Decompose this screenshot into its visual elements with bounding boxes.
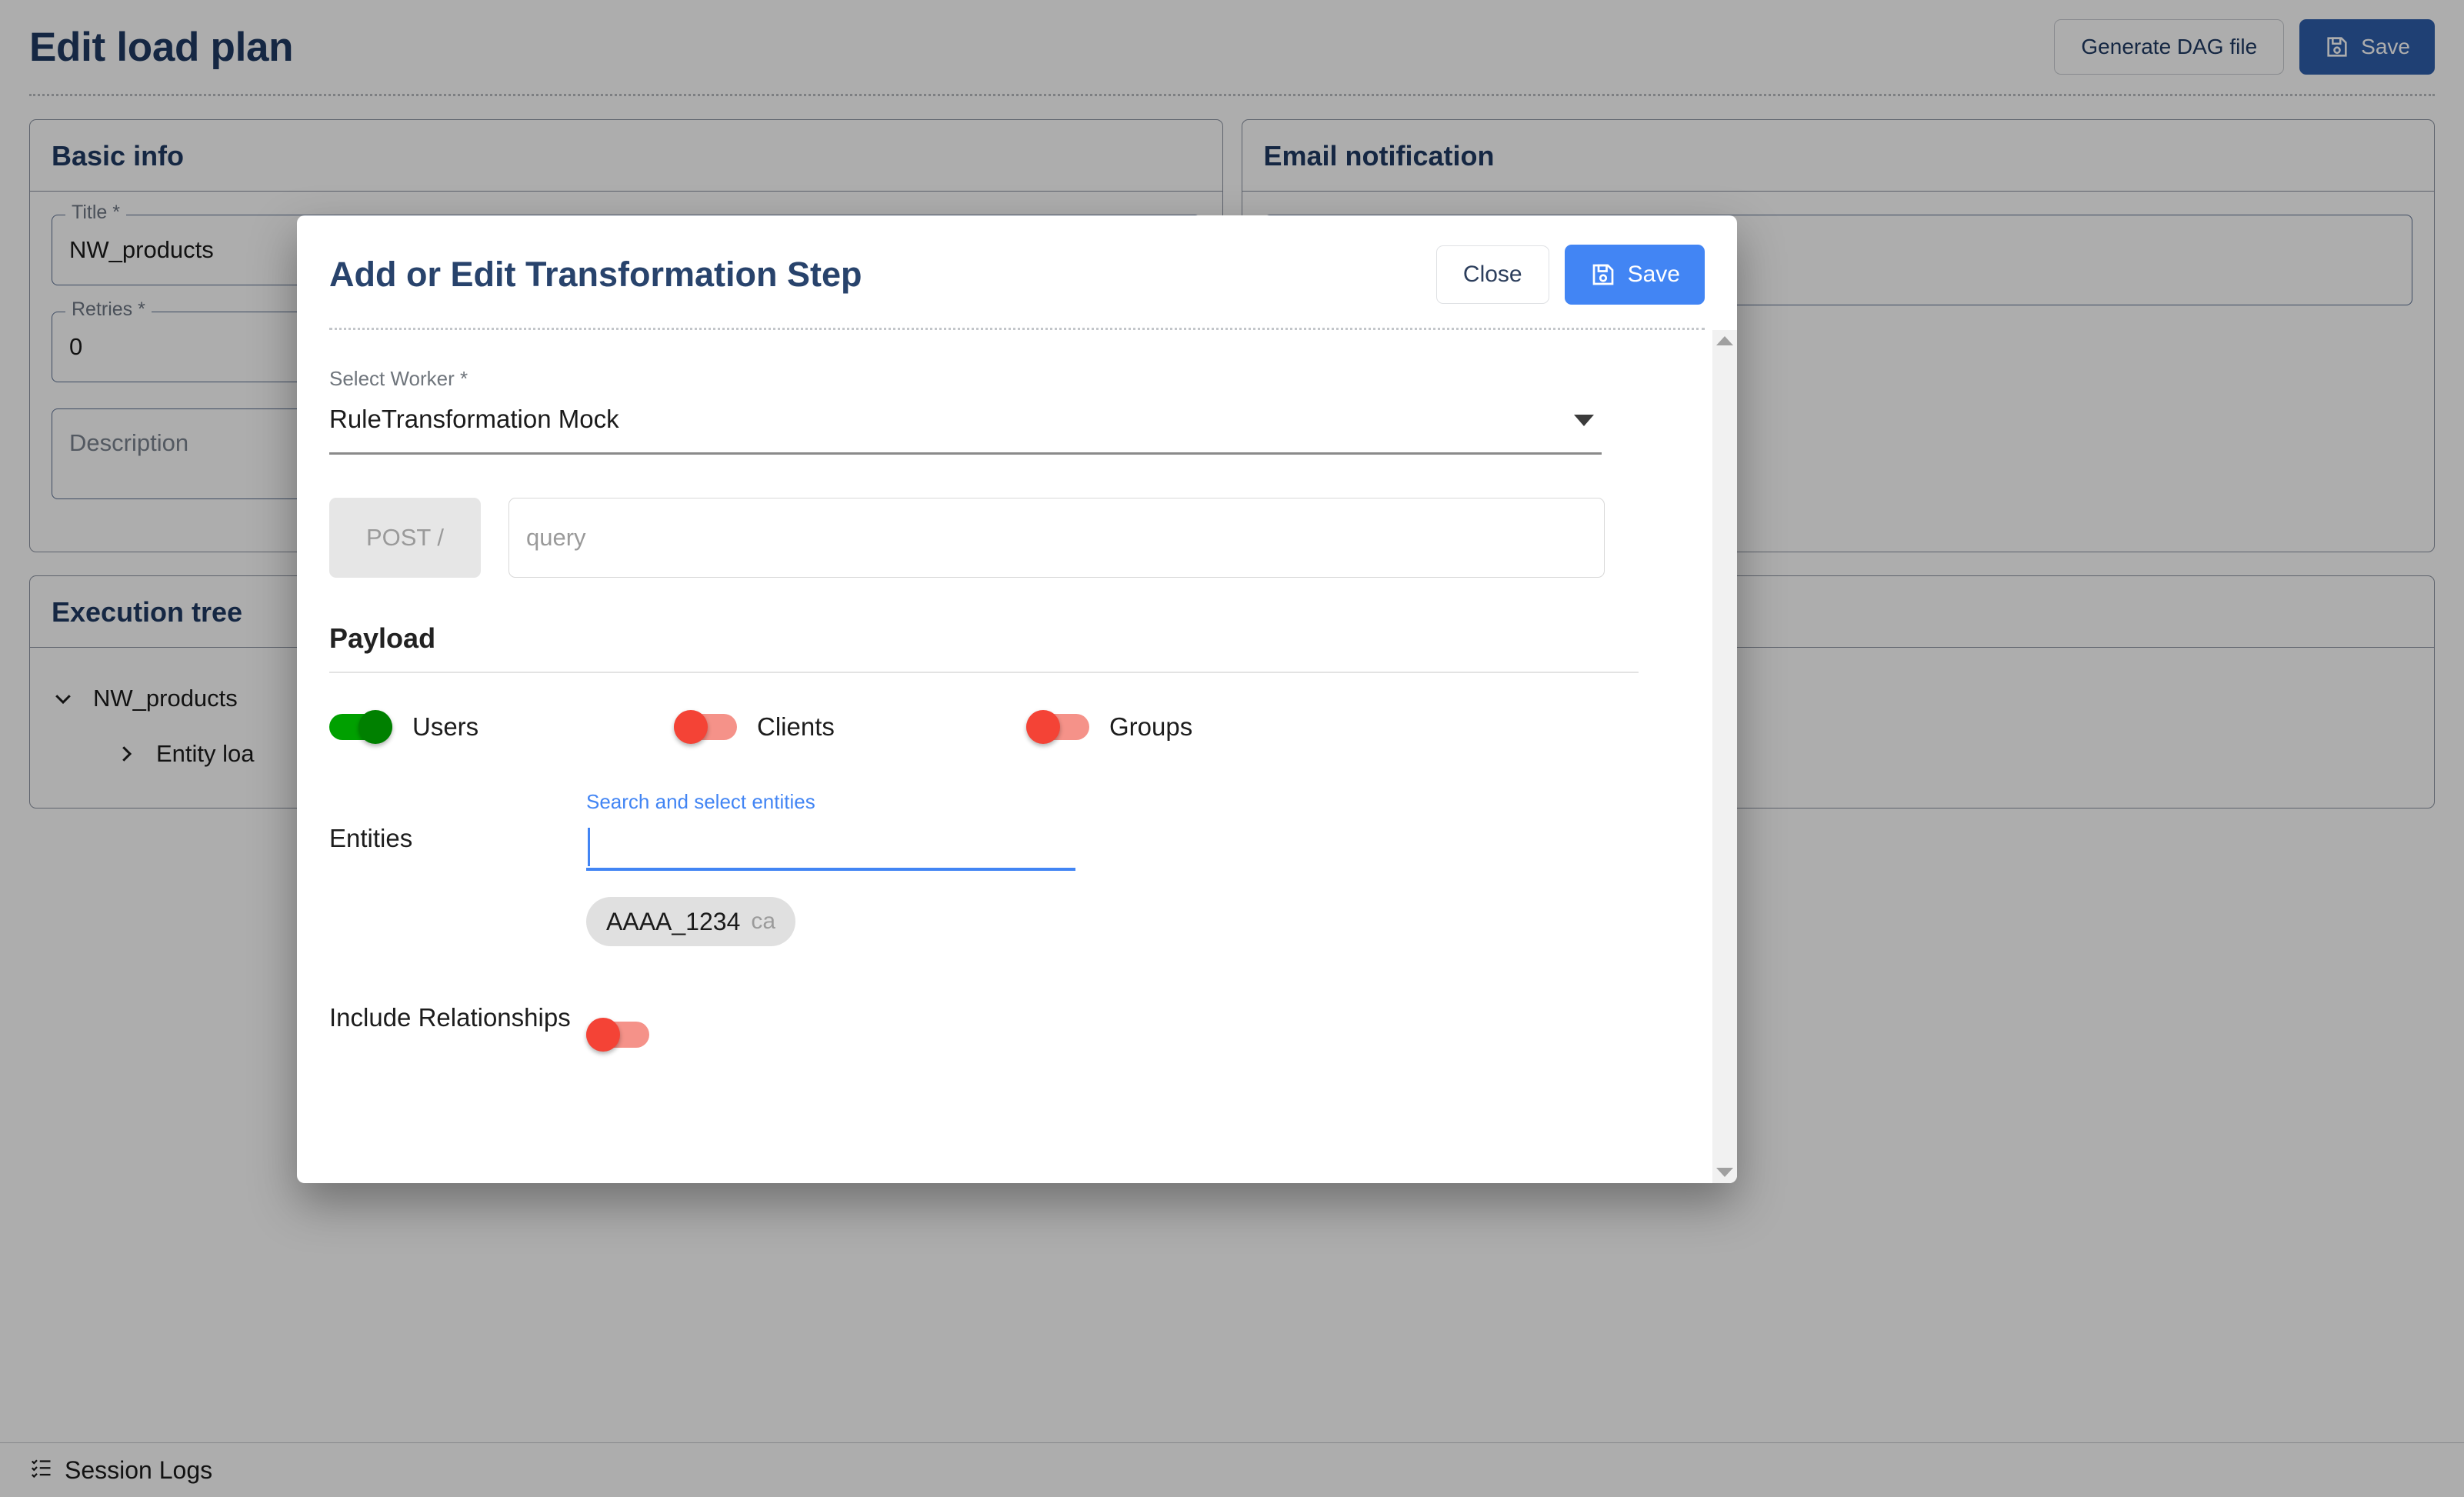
toggle-clients-switch[interactable] [674, 710, 737, 744]
toggle-users-switch[interactable] [329, 710, 392, 744]
close-button[interactable]: Close [1435, 245, 1549, 304]
entity-chip[interactable]: AAAA_1234 ca [586, 897, 796, 946]
scroll-up-arrow-icon[interactable] [1716, 336, 1733, 345]
toggle-clients-label: Clients [757, 712, 835, 741]
payload-toggles-row: Users Clients Groups [329, 710, 1680, 744]
dialog-title: Add or Edit Transformation Step [329, 255, 862, 294]
save-disk-icon [1589, 261, 1617, 288]
include-relationships-label: Include Relationships [329, 1003, 571, 1032]
dialog-save-button[interactable]: Save [1564, 245, 1705, 305]
select-worker-value: RuleTransformation Mock [329, 405, 619, 433]
toggle-users-label: Users [412, 712, 479, 741]
payload-heading: Payload [329, 622, 436, 654]
select-worker-label: Select Worker * [329, 367, 468, 390]
entities-field[interactable]: Search and select entities [586, 790, 1075, 871]
toggle-thumb [1026, 710, 1060, 744]
dialog-scroll-area: Select Worker * RuleTransformation Mock … [297, 330, 1737, 1183]
dialog-header: Add or Edit Transformation Step Close Sa… [297, 215, 1737, 328]
toggle-groups-label: Groups [1109, 712, 1193, 741]
entities-search-input[interactable] [586, 828, 1075, 871]
cancel-icon[interactable]: ca [751, 909, 775, 935]
entities-hint: Search and select entities [586, 790, 815, 813]
toggle-thumb [674, 710, 708, 744]
scroll-down-arrow-icon[interactable] [1716, 1168, 1733, 1177]
dialog-scrollbar[interactable] [1712, 330, 1737, 1183]
toggle-users[interactable]: Users [329, 710, 674, 744]
entities-label: Entities [329, 824, 413, 852]
transformation-step-dialog: Add or Edit Transformation Step Close Sa… [297, 215, 1737, 1183]
dialog-save-label: Save [1627, 262, 1680, 287]
toggle-thumb [586, 1018, 620, 1052]
query-input[interactable]: query [508, 498, 1605, 578]
toggle-groups[interactable]: Groups [1026, 710, 1192, 744]
include-relationships-row: Include Relationships [329, 1003, 1680, 1052]
toggle-clients[interactable]: Clients [674, 710, 1026, 744]
entities-row: Entities Search and select entities [329, 790, 1680, 871]
toggle-thumb [358, 710, 392, 744]
payload-divider [329, 672, 1639, 673]
dialog-actions: Close Save [1435, 245, 1705, 305]
chevron-down-icon[interactable] [1574, 415, 1594, 426]
select-worker-field[interactable]: Select Worker * RuleTransformation Mock [329, 367, 1680, 455]
toggle-groups-switch[interactable] [1026, 710, 1089, 744]
http-method-label: POST / [329, 498, 481, 578]
request-row: POST / query [329, 498, 1680, 578]
dialog-body: Select Worker * RuleTransformation Mock … [297, 330, 1712, 1183]
entities-chip-list: AAAA_1234 ca [586, 897, 1680, 946]
text-caret [588, 828, 590, 866]
entity-chip-label: AAAA_1234 [606, 907, 741, 935]
select-worker-control[interactable]: RuleTransformation Mock [329, 405, 1602, 455]
